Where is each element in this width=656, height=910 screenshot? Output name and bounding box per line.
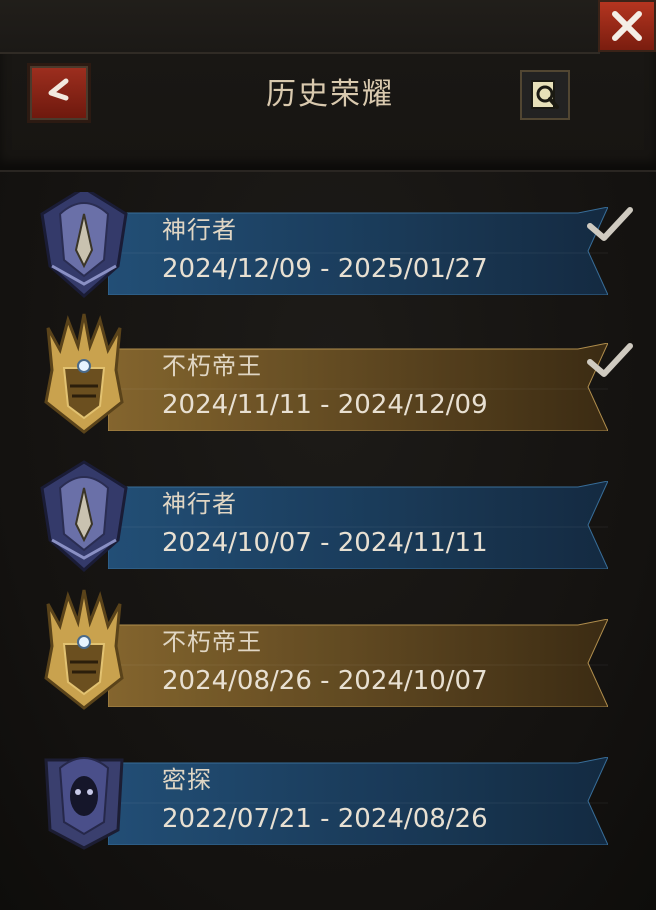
top-strip: [0, 0, 600, 54]
hooded-assassin-emblem: [38, 448, 130, 578]
history-honors-screen: 历史荣耀 神行者 2024/12/09 - 2025/01/27 不朽帝王 2024/…: [0, 0, 656, 910]
honor-date-range: 2024/11/11 - 2024/12/09: [162, 390, 488, 420]
checkmark-icon: [586, 340, 634, 380]
checkmark-icon: [586, 204, 634, 244]
honor-row[interactable]: 神行者 2024/12/09 - 2025/01/27: [0, 192, 656, 304]
honor-row[interactable]: 密探 2022/07/21 - 2024/08/26: [0, 724, 656, 854]
hooded-assassin-emblem: [38, 192, 130, 304]
honor-title: 不朽帝王: [162, 628, 262, 656]
search-record-icon: [531, 80, 559, 109]
hooded-spy-emblem: [38, 724, 130, 854]
honor-date-range: 2024/12/09 - 2025/01/27: [162, 254, 488, 284]
close-icon: [612, 11, 642, 41]
honor-date-range: 2024/08/26 - 2024/10/07: [162, 666, 488, 696]
golden-crown-helm-emblem: [38, 586, 130, 716]
back-button[interactable]: [27, 63, 91, 123]
chevron-left-icon: [48, 78, 69, 101]
honor-row[interactable]: 不朽帝王 2024/11/11 - 2024/12/09: [0, 310, 656, 440]
golden-crown-helm-emblem: [38, 310, 130, 440]
honor-list[interactable]: 神行者 2024/12/09 - 2025/01/27 不朽帝王 2024/11/11…: [0, 192, 656, 910]
close-button[interactable]: [598, 0, 656, 52]
honor-date-range: 2022/07/21 - 2024/08/26: [162, 804, 488, 834]
honor-title: 神行者: [162, 490, 237, 518]
honor-date-range: 2024/10/07 - 2024/11/11: [162, 528, 488, 558]
honor-title: 不朽帝王: [162, 352, 262, 380]
honor-row[interactable]: 不朽帝王 2024/08/26 - 2024/10/07: [0, 586, 656, 716]
honor-row[interactable]: 神行者 2024/10/07 - 2024/11/11: [0, 448, 656, 578]
page-title: 历史荣耀: [266, 77, 394, 112]
honor-title: 神行者: [162, 216, 237, 244]
record-info-button[interactable]: [520, 70, 570, 120]
honor-title: 密探: [162, 766, 212, 794]
